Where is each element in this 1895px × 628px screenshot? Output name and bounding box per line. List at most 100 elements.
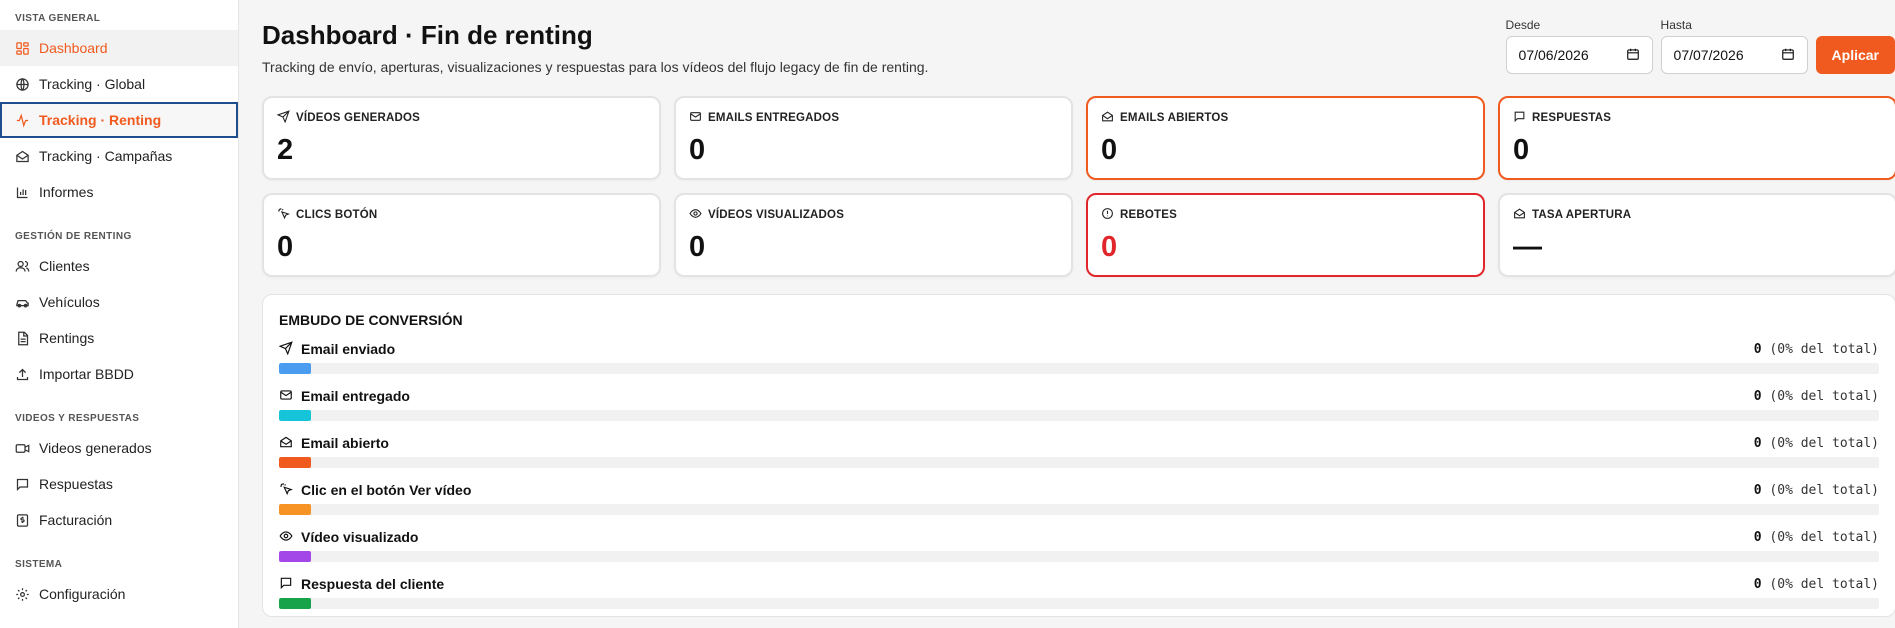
gear-icon (15, 587, 30, 602)
sidebar-item-label: Informes (39, 184, 94, 200)
alert-icon (1101, 207, 1114, 223)
sidebar-item-label: Clientes (39, 258, 90, 274)
calendar-icon[interactable] (1626, 47, 1640, 64)
funnel-bar-track (279, 410, 1879, 421)
sidebar-item-respuestas[interactable]: Respuestas (0, 466, 238, 502)
send-icon (276, 110, 290, 126)
funnel-row-email-enviado: Email enviado 0 (0% del total) (278, 340, 1879, 374)
from-date-value: 07/06/2026 (1518, 47, 1589, 63)
funnel-bar-track (279, 504, 1879, 515)
funnel-count: 0 (0% del total) (1754, 389, 1879, 404)
from-date-input[interactable]: 07/06/2026 (1505, 36, 1653, 74)
kpi-value: 0 (1513, 134, 1530, 166)
funnel-label: Email enviado (301, 341, 396, 357)
funnel-count: 0 (0% del total) (1754, 530, 1879, 545)
funnel-bar-track (279, 598, 1879, 609)
mail-open-icon (1513, 207, 1526, 223)
sidebar-item-label: Vehículos (39, 294, 100, 310)
funnel-count-value: 0 (1753, 482, 1762, 498)
funnel-row-clic-boton: Clic en el botón Ver vídeo 0 (0% del tot… (279, 481, 1879, 515)
mail-icon (689, 110, 702, 126)
sidebar-item-label: Tracking · Campañas (39, 148, 173, 164)
click-icon (277, 207, 290, 223)
globe-icon (15, 77, 30, 92)
to-date-input[interactable]: 07/07/2026 (1660, 36, 1808, 74)
sidebar-item-clientes[interactable]: Clientes (0, 248, 238, 284)
kpi-value: 0 (1101, 231, 1118, 263)
nav-section-title: VIDEOS Y RESPUESTAS (15, 413, 140, 424)
funnel-count-pct: (0% del total) (1769, 388, 1879, 404)
sidebar-item-facturacion[interactable]: Facturación (0, 502, 238, 538)
sidebar-item-importar-bbdd[interactable]: Importar BBDD (0, 356, 238, 392)
kpi-value: 0 (689, 231, 706, 263)
sidebar-item-label: Dashboard (39, 40, 108, 56)
sidebar-item-label: Respuestas (39, 476, 113, 492)
funnel-label: Vídeo visualizado (301, 529, 419, 545)
funnel-bar-track (279, 363, 1879, 374)
funnel-count-pct: (0% del total) (1769, 529, 1879, 545)
sidebar-item-label: Tracking · Global (39, 76, 146, 92)
message-icon (15, 477, 30, 492)
sidebar-item-tracking-global[interactable]: Tracking · Global (0, 66, 238, 102)
funnel-bar-fill (279, 598, 311, 609)
app-root: VISTA GENERAL Dashboard Tracking · Globa… (0, 0, 1895, 628)
funnel-count-pct: (0% del total) (1769, 341, 1879, 357)
to-field: Hasta 07/07/2026 (1660, 18, 1808, 74)
kpi-card-emails-entregados: EMAILS ENTREGADOS 0 (674, 96, 1073, 180)
sidebar-item-vehiculos[interactable]: Vehículos (0, 284, 238, 320)
funnel-count: 0 (0% del total) (1754, 342, 1879, 357)
mail-open-icon (1101, 110, 1114, 126)
funnel-bar-track (279, 551, 1879, 562)
send-icon (278, 340, 293, 358)
calendar-icon[interactable] (1781, 47, 1795, 64)
bar-chart-icon (15, 185, 30, 200)
nav-section-title: SISTEMA (15, 559, 63, 570)
funnel-bar-fill (279, 457, 311, 468)
invoice-icon (15, 513, 30, 528)
funnel-count-value: 0 (1753, 529, 1762, 545)
from-field: Desde 07/06/2026 (1505, 18, 1653, 74)
funnel-title: EMBUDO DE CONVERSIÓN (279, 312, 463, 328)
sidebar-item-label: Tracking · Renting (39, 112, 162, 128)
page-header: Dashboard · Fin de renting Tracking de e… (262, 18, 1895, 96)
message-icon (279, 576, 293, 593)
funnel-count-value: 0 (1753, 576, 1762, 592)
funnel-count-pct: (0% del total) (1769, 576, 1879, 592)
kpi-label: EMAILS ABIERTOS (1120, 112, 1229, 124)
to-date-value: 07/07/2026 (1673, 47, 1744, 63)
car-icon (15, 295, 30, 310)
funnel-count-value: 0 (1753, 435, 1762, 451)
sidebar-item-tracking-renting[interactable]: Tracking · Renting (0, 102, 238, 138)
kpi-label: RESPUESTAS (1532, 112, 1612, 124)
funnel-bar-fill (279, 410, 311, 421)
nav-section-title: VISTA GENERAL (15, 13, 101, 24)
funnel-label: Clic en el botón Ver vídeo (301, 482, 472, 498)
nav-section-videos-respuestas: VIDEOS Y RESPUESTAS Videos generados Res… (0, 400, 238, 538)
funnel-bar-fill (279, 363, 311, 374)
funnel-bar-fill (279, 504, 311, 515)
sidebar-item-dashboard[interactable]: Dashboard (0, 30, 238, 66)
main-content: Dashboard · Fin de renting Tracking de e… (239, 0, 1895, 628)
funnel-row-email-entregado: Email entregado 0 (0% del total) (279, 387, 1879, 421)
to-label: Hasta (1660, 18, 1692, 32)
kpi-card-videos-visualizados: VÍDEOS VISUALIZADOS 0 (674, 193, 1073, 277)
sidebar-item-configuracion[interactable]: Configuración (0, 576, 238, 612)
sidebar-item-rentings[interactable]: Rentings (0, 320, 238, 356)
sidebar-item-tracking-campanas[interactable]: Tracking · Campañas (0, 138, 238, 174)
date-filters: Desde 07/06/2026 Hasta 07/07/2026 Aplica… (1505, 18, 1895, 74)
kpi-value: 0 (277, 231, 294, 263)
funnel-count-pct: (0% del total) (1769, 482, 1879, 498)
kpi-card-emails-abiertos: EMAILS ABIERTOS 0 (1086, 96, 1485, 180)
funnel-row-video-visualizado: Vídeo visualizado 0 (0% del total) (279, 528, 1879, 562)
sidebar-item-informes[interactable]: Informes (0, 174, 238, 210)
kpi-label: EMAILS ENTREGADOS (708, 112, 840, 124)
mail-icon (279, 388, 293, 405)
dashboard-icon (15, 41, 30, 56)
apply-button[interactable]: Aplicar (1815, 36, 1895, 74)
sidebar-item-videos-generados[interactable]: Videos generados (0, 430, 238, 466)
funnel-count-pct: (0% del total) (1769, 435, 1879, 451)
funnel-label: Email abierto (301, 435, 389, 451)
from-label: Desde (1505, 18, 1541, 32)
upload-icon (15, 367, 30, 382)
sidebar-item-label: Videos generados (39, 440, 152, 456)
